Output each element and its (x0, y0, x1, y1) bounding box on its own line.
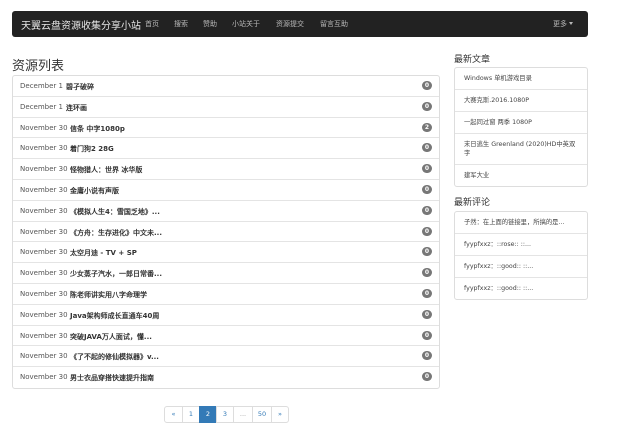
item-title-link[interactable]: 怪物猎人：世界 冰华版 (70, 165, 142, 175)
comment-count-badge: 0 (422, 372, 432, 382)
caret-down-icon (569, 22, 573, 25)
latest-comment-link[interactable]: fyypfxxz：::good:: ::... (455, 278, 587, 299)
list-item[interactable]: November 30 Java架构师成长直通车40周 0 (13, 305, 439, 326)
comment-count-badge: 0 (422, 143, 432, 153)
top-navbar: 天翼云盘资源收集分享小站 首页 搜索 赞助 小站关于 资源提交 留言互助 更多 (12, 11, 588, 37)
page-button[interactable]: 50 (252, 406, 272, 423)
comment-count-badge: 0 (422, 101, 432, 111)
comment-count-badge: 0 (422, 351, 432, 361)
item-title-link[interactable]: 《了不起的修仙模拟器》v... (70, 352, 159, 362)
latest-comment-link[interactable]: fyypfxxz：::good:: ::... (455, 256, 587, 278)
next-page-button[interactable]: » (271, 406, 289, 423)
comment-count-badge: 0 (422, 268, 432, 278)
page-button[interactable]: 3 (216, 406, 234, 423)
pagination: «1 2 3... 50» (164, 406, 289, 423)
comment-count-badge: 0 (422, 164, 432, 174)
list-item[interactable]: November 30 男士衣品穿搭快速提升指南 0 (13, 367, 439, 388)
page-ellipsis: ... (233, 406, 253, 423)
item-title-link[interactable]: 少女蒸子汽水，一郎日常番... (70, 269, 162, 279)
item-date: November 30 (20, 373, 68, 382)
nav-home[interactable]: 首页 (145, 19, 159, 29)
comment-count-badge: 0 (422, 226, 432, 236)
list-item[interactable]: November 30 少女蒸子汽水，一郎日常番... 0 (13, 263, 439, 284)
list-item[interactable]: November 30 突破JAVA万人面试，懂... 0 (13, 326, 439, 347)
nav-help[interactable]: 留言互助 (320, 19, 348, 29)
item-date: November 30 (20, 269, 68, 278)
item-title-link[interactable]: 太空月迪 - TV + SP (70, 248, 137, 258)
nav-about[interactable]: 小站关于 (232, 19, 260, 29)
latest-comments-list: 子然：在上面的链接里，所搞的是... fyypfxxz：::rose:: ::..… (454, 211, 588, 300)
item-date: November 30 (20, 227, 68, 236)
nav-search[interactable]: 搜索 (174, 19, 188, 29)
latest-comment-link[interactable]: fyypfxxz：::rose:: ::... (455, 234, 587, 256)
latest-comments-heading: 最新评论 (454, 198, 491, 208)
item-date: December 1 (20, 102, 63, 111)
comment-count-badge: 0 (422, 184, 432, 194)
list-item[interactable]: November 30 陈老师讲实用八字命理学 0 (13, 284, 439, 305)
item-title-link[interactable]: Java架构师成长直通车40周 (70, 311, 159, 321)
item-title-link[interactable]: 着门狗2 28G (70, 144, 114, 154)
item-date: November 30 (20, 144, 68, 153)
latest-articles-heading: 最新文章 (454, 55, 491, 65)
list-item[interactable]: November 30 《了不起的修仙模拟器》v... 0 (13, 346, 439, 368)
item-date: November 30 (20, 165, 68, 174)
comment-count-badge: 0 (422, 288, 432, 298)
comment-count-badge: 0 (422, 330, 432, 340)
item-title-link[interactable]: 信条 中字1080p (70, 124, 125, 134)
item-title-link[interactable]: 男士衣品穿搭快速提升指南 (70, 373, 154, 383)
site-brand[interactable]: 天翼云盘资源收集分享小站 (21, 17, 141, 32)
latest-article-link[interactable]: 建军大业 (455, 165, 587, 186)
item-title-link[interactable]: 《方舟：生存进化》中文未... (70, 228, 162, 238)
list-item[interactable]: December 1 连环画 0 (13, 97, 439, 118)
list-item[interactable]: November 30 怪物猎人：世界 冰华版 0 (13, 159, 439, 180)
prev-page-button[interactable]: « (164, 406, 183, 423)
item-date: November 30 (20, 185, 68, 194)
nav-sponsor[interactable]: 赞助 (203, 19, 217, 29)
page-button[interactable]: 2 (199, 406, 217, 423)
page-title: 资源列表 (12, 59, 65, 74)
list-item[interactable]: November 30 《模拟人生4：雪国乏地》... 0 (13, 201, 439, 222)
latest-article-link[interactable]: 一起同过窗 两季 1080P (455, 112, 587, 134)
item-title-link[interactable]: 金庸小说有声版 (70, 186, 119, 196)
comment-count-badge: 2 (422, 122, 432, 132)
comment-count-badge: 0 (422, 309, 432, 319)
item-date: December 1 (20, 82, 63, 90)
latest-article-link[interactable]: 大赛克斯.2016.1080P (455, 90, 587, 112)
comment-count-badge: 0 (422, 205, 432, 215)
latest-article-link[interactable]: 末日逃生 Greenland (2020)HD中英双字 (455, 134, 587, 165)
latest-articles-list: Windows 单机游戏目录 大赛克斯.2016.1080P 一起同过窗 两季 10… (454, 67, 588, 187)
page-button[interactable]: 1 (182, 406, 200, 423)
item-date: November 30 (20, 123, 68, 132)
item-date: November 30 (20, 289, 68, 298)
item-title-link[interactable]: 突破JAVA万人面试，懂... (70, 332, 152, 342)
item-date: November 30 (20, 331, 68, 340)
nav-more-label: 更多 (553, 20, 567, 28)
item-title-link[interactable]: 《模拟人生4：雪国乏地》... (70, 207, 160, 217)
nav-submit[interactable]: 资源提交 (276, 19, 304, 29)
latest-comment-link[interactable]: 子然：在上面的链接里，所搞的是... (455, 212, 587, 234)
nav-more-dropdown[interactable]: 更多 (553, 19, 573, 29)
latest-article-link[interactable]: Windows 单机游戏目录 (455, 68, 587, 90)
list-item[interactable]: November 30 信条 中字1080p 2 (13, 118, 439, 139)
comment-count-badge: 0 (422, 247, 432, 257)
list-item[interactable]: December 1 碧孑破碎 0 (13, 76, 439, 97)
item-date: November 30 (20, 248, 68, 257)
list-item[interactable]: November 30 着门狗2 28G 0 (13, 138, 439, 160)
item-date: November 30 (20, 352, 68, 361)
item-title-link[interactable]: 连环画 (66, 103, 87, 113)
item-title-link[interactable]: 陈老师讲实用八字命理学 (70, 290, 147, 300)
list-item[interactable]: November 30 太空月迪 - TV + SP 0 (13, 242, 439, 264)
item-title-link[interactable]: 碧孑破碎 (66, 82, 94, 92)
item-date: November 30 (20, 310, 68, 319)
comment-count-badge: 0 (422, 81, 432, 90)
resource-list: December 1 碧孑破碎 0 December 1 连环画 0 November 30… (12, 75, 440, 389)
list-item[interactable]: November 30 《方舟：生存进化》中文未... 0 (13, 222, 439, 243)
item-date: November 30 (20, 206, 68, 215)
list-item[interactable]: November 30 金庸小说有声版 0 (13, 180, 439, 201)
